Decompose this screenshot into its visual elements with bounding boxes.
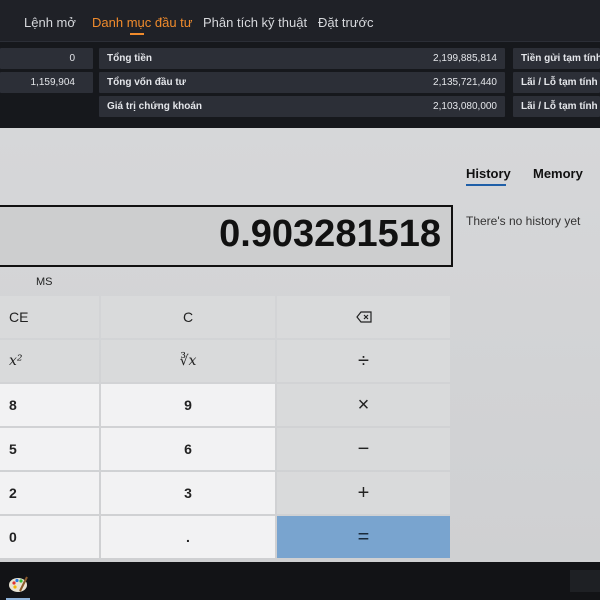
subtract-button[interactable]: − [277,428,450,470]
taskbar [0,562,600,600]
clear-entry-button[interactable]: CE [0,296,99,338]
digit-9-label: 9 [184,397,192,413]
digit-3-button[interactable]: 3 [101,472,275,514]
tab-open-orders[interactable]: Lệnh mở [24,15,76,30]
digit-0-label: 0 [9,529,17,545]
display-value: 0.903281518 [219,213,441,255]
summary-left-1: 0 [0,48,93,69]
digit-2-label: 2 [9,485,17,501]
calculator-display: 0.903281518 [0,205,453,267]
taskbar-corner[interactable] [570,570,600,592]
multiply-label: × [357,393,370,416]
multiply-button[interactable]: × [277,384,450,426]
digit-5-label: 5 [9,441,17,457]
digit-8-button[interactable]: 8 [0,384,99,426]
history-tab[interactable]: History [466,166,511,181]
active-tab-indicator [130,33,144,35]
tab-technical-analysis[interactable]: Phân tích kỹ thuật [203,15,307,30]
history-tab-indicator [466,184,506,186]
trading-nav-bar: Lệnh mở Danh mục đầu tư Phân tích kỹ thu… [0,0,600,42]
memory-store-button[interactable]: MS [36,276,53,288]
subtract-label: − [357,437,370,460]
backspace-button[interactable] [277,296,450,338]
securities-value-label: Giá trị chứng khoán [107,101,203,112]
summary-left-2: 1,159,904 [0,72,93,93]
total-invested-value: 2,135,721,440 [433,77,497,88]
clear-label: C [182,309,194,325]
digit-6-label: 6 [184,441,192,457]
backspace-icon [355,311,372,323]
paint-app-icon [9,576,28,592]
securities-value-row: Giá trị chứng khoán 2,103,080,000 [99,96,505,117]
clear-entry-label: CE [9,309,29,325]
add-button[interactable]: + [277,472,450,514]
total-invested-label: Tổng vốn đầu tư [107,77,186,88]
total-money-label: Tổng tiền [107,53,152,64]
temp-pnl-pct-label: Lãi / Lỗ tạm tính (% [521,101,600,112]
temp-pnl-vnd-row: Lãi / Lỗ tạm tính (V [513,72,600,93]
clear-button[interactable]: C [101,296,275,338]
decimal-button[interactable]: . [101,516,275,558]
temp-deposit-row: Tiền gửi tạm tính [513,48,600,69]
cube-root-label: ∛x [179,353,197,369]
summary-left-value: 0 [69,53,75,64]
securities-value-value: 2,103,080,000 [433,101,497,112]
digit-8-label: 8 [9,397,17,413]
total-money-value: 2,199,885,814 [433,53,497,64]
digit-5-button[interactable]: 5 [0,428,99,470]
square-button[interactable]: x² [0,340,99,382]
equals-button[interactable]: = [277,516,450,558]
digit-2-button[interactable]: 2 [0,472,99,514]
equals-label: = [357,525,370,548]
temp-deposit-label: Tiền gửi tạm tính [521,53,600,64]
digit-6-button[interactable]: 6 [101,428,275,470]
digit-9-button[interactable]: 9 [101,384,275,426]
digit-3-label: 3 [184,485,192,501]
total-money-row: Tổng tiền 2,199,885,814 [99,48,505,69]
add-label: + [357,481,370,504]
divide-button[interactable]: ÷ [277,340,450,382]
memory-tab[interactable]: Memory [533,166,583,181]
no-history-message: There's no history yet [466,214,581,228]
total-invested-row: Tổng vốn đầu tư 2,135,721,440 [99,72,505,93]
digit-0-button[interactable]: 0 [0,516,99,558]
temp-pnl-pct-row: Lãi / Lỗ tạm tính (% [513,96,600,117]
calculator-window: 0.903281518 MS CE C x² ∛x ÷ 8 9 × 5 6 − … [0,128,600,562]
cube-root-button[interactable]: ∛x [101,340,275,382]
decimal-label: . [186,529,190,545]
portfolio-summary: 0 1,159,904 Tổng tiền 2,199,885,814 Tổng… [0,42,600,128]
tab-pre-orders[interactable]: Đặt trước [318,15,374,30]
divide-label: ÷ [358,349,369,372]
temp-pnl-vnd-label: Lãi / Lỗ tạm tính (V [521,77,600,88]
taskbar-app-button[interactable] [0,568,36,600]
tab-portfolio[interactable]: Danh mục đầu tư [92,15,192,30]
square-label: x² [9,353,23,369]
summary-left-value: 1,159,904 [30,77,76,88]
